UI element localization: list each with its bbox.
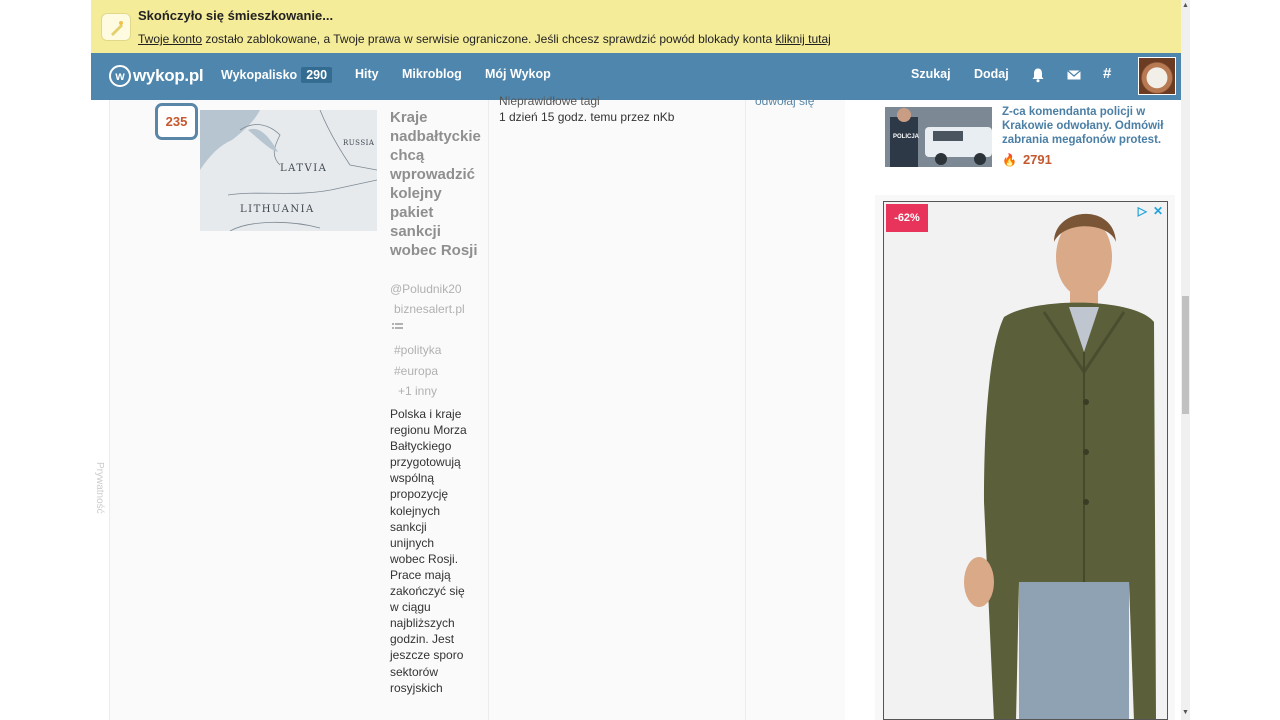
warning-badge-icon [101,13,131,41]
top-nav: w wykop.pl Wykopalisko 290 Hity Mikroblog… [91,53,1181,100]
entry-title[interactable]: Kraje nadbałtyckie chcą wprowadzić kolej… [390,108,485,260]
ad-choices-icon[interactable]: ▷ [1138,204,1147,218]
map-label-latvia: LATVIA [280,163,328,174]
bell-icon[interactable] [1030,67,1046,83]
nav-mikroblog[interactable]: Mikroblog [402,67,462,81]
logo-text: wykop.pl [133,66,204,85]
ad-image [884,202,1167,719]
click-here-link[interactable]: kliknij tutaj [775,32,830,46]
account-blocked-banner: Skończyło się śmieszkowanie... Twoje kon… [91,0,1181,53]
add-link[interactable]: Dodaj [974,67,1009,81]
more-tags-link[interactable]: +1 inny [398,384,437,398]
map-label-russia: RUSSIA [343,139,375,147]
ad-controls: ▷ ✕ [1138,204,1163,218]
advertisement[interactable]: -62% ▷ ✕ [883,201,1168,720]
banner-message-text: zostało zablokowane, a Twoje prawa w ser… [202,32,776,46]
account-link[interactable]: Twoje konto [138,32,202,46]
main-content: 235 LATVIA LITHUANIA RUSSIA Kraje nadbał… [109,94,845,720]
fire-icon: 🔥 [1002,153,1017,167]
report-reason: Nieprawidłowe tagi [499,94,600,108]
scroll-up-icon[interactable]: ▲ [1181,2,1190,11]
entry-source[interactable]: biznesalert.pl [394,302,465,316]
nav-wykopalisko-label: Wykopalisko [221,68,298,82]
site-logo[interactable]: w wykop.pl [109,65,204,87]
vote-counter[interactable]: 235 [155,103,198,140]
page: Skończyło się śmieszkowanie... Twoje kon… [91,0,1181,720]
privacy-tab[interactable]: Prywatność [94,462,105,514]
nav-hity[interactable]: Hity [355,67,379,81]
news-score-value: 2791 [1022,152,1052,167]
wykopalisko-count-badge: 290 [301,67,333,83]
column-divider [745,100,746,720]
scroll-down-icon[interactable]: ▼ [1181,709,1190,718]
tag-europa[interactable]: #europa [394,364,438,378]
right-sidebar: POLICJA Z-ca komendanta policji w Krakow… [875,100,1175,720]
map-label-lithuania: LITHUANIA [240,204,315,215]
nav-moj-wykop[interactable]: Mój Wykop [485,67,551,81]
hashtag-icon[interactable]: # [1103,65,1111,82]
ad-close-icon[interactable]: ✕ [1153,204,1163,218]
scrollbar-thumb[interactable] [1182,296,1189,414]
entry-author[interactable]: @Poludnik20 [390,282,462,296]
report-time: 1 dzień 15 godz. temu przez nKb [499,110,675,124]
page-scrollbar[interactable]: ▲ ▼ [1181,0,1190,720]
entry-description: Polska i kraje regionu Morza Bałtyckiego… [390,407,467,695]
entry-thumbnail[interactable]: LATVIA LITHUANIA RUSSIA [200,110,377,231]
tag-polityka[interactable]: #polityka [394,343,441,357]
news-title[interactable]: Z-ca komendanta policji w Krakowie odwoł… [1002,105,1167,147]
appeal-link[interactable]: odwołaj się [755,94,814,108]
nav-wykopalisko[interactable]: Wykopalisko 290 [221,67,333,83]
envelope-icon[interactable] [1066,67,1082,83]
news-score: 🔥 2791 [1002,152,1052,167]
avatar[interactable] [1138,57,1176,95]
column-divider [488,100,489,720]
banner-message: Twoje konto zostało zablokowane, a Twoje… [138,32,831,46]
discount-badge: -62% [886,204,928,232]
search-link[interactable]: Szukaj [911,67,951,81]
news-thumbnail[interactable]: POLICJA [885,107,992,167]
police-label: POLICJA [893,134,920,140]
logo-icon: w [109,65,131,87]
banner-title: Skończyło się śmieszkowanie... [138,8,334,23]
list-icon [392,321,404,335]
news-item[interactable]: POLICJA Z-ca komendanta policji w Krakow… [875,100,1175,195]
